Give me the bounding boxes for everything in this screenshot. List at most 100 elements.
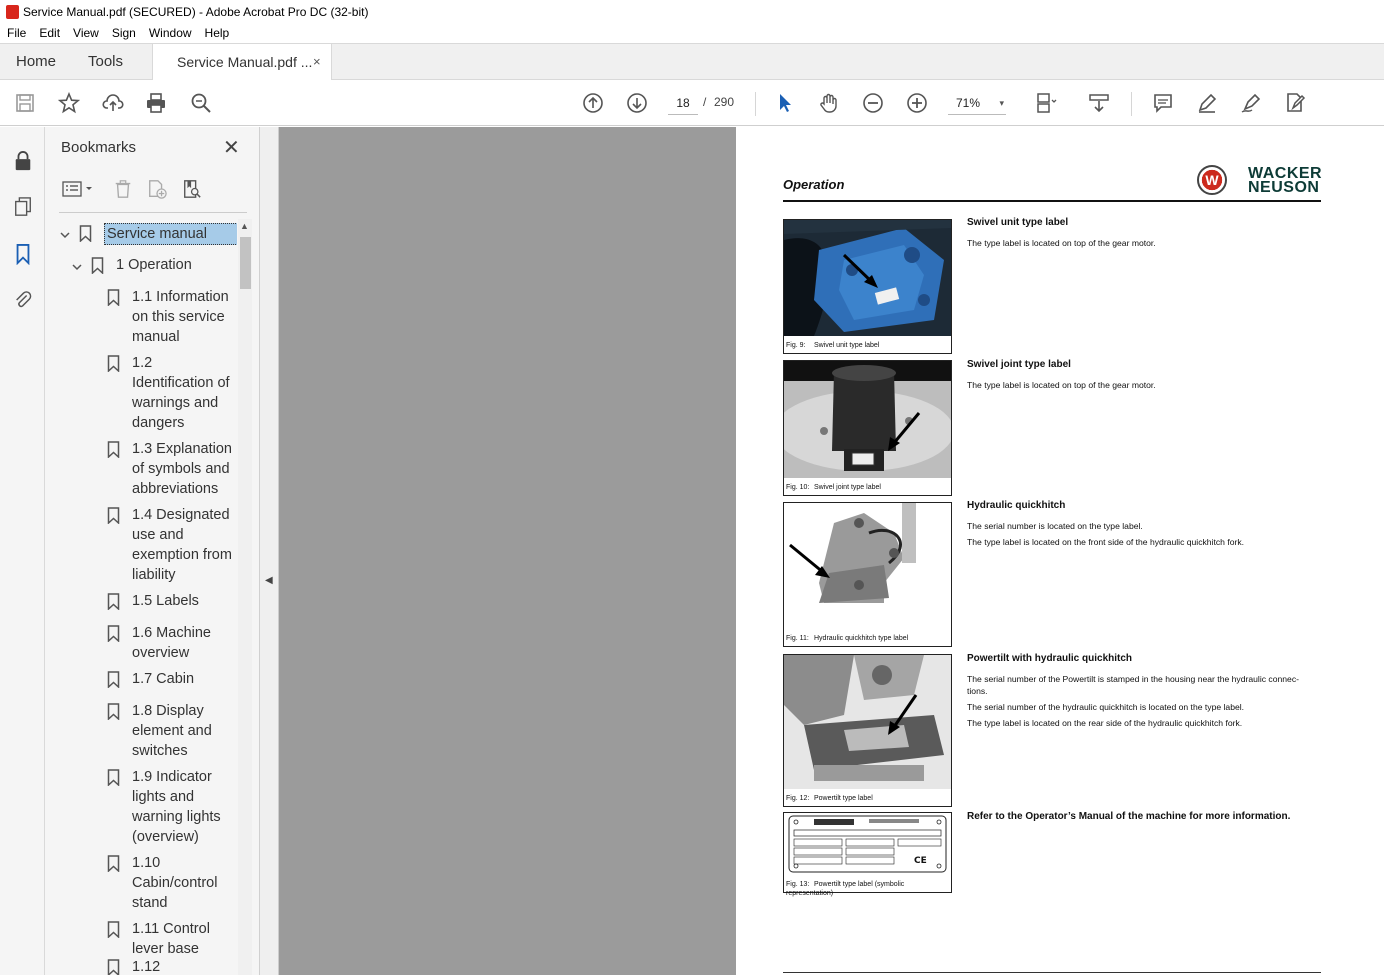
zoom-out-icon[interactable] (861, 91, 885, 115)
star-icon[interactable] (57, 91, 81, 115)
bookmark-label: 1.3 Explanation of symbols and abbreviat… (132, 441, 232, 497)
page-number-input[interactable]: 18 (668, 93, 698, 115)
bookmark-icon (107, 921, 120, 939)
section-title: Swivel joint type label (967, 359, 1071, 370)
print-icon[interactable] (144, 91, 168, 115)
zoom-search-icon[interactable] (189, 91, 213, 115)
figure-caption-text: Swivel unit type label (814, 342, 880, 349)
scroll-up-icon[interactable]: ▲ (240, 221, 249, 231)
delete-bookmark-icon[interactable] (112, 177, 134, 201)
edit-document-icon[interactable] (1283, 91, 1307, 115)
zoom-in-icon[interactable] (905, 91, 929, 115)
bookmark-item[interactable]: 1.7 Cabin (107, 669, 236, 689)
bookmark-panel-icon[interactable] (12, 242, 34, 266)
highlight-pen-icon[interactable] (1195, 91, 1219, 115)
chevron-down-icon[interactable] (59, 227, 75, 247)
bookmark-item[interactable]: 1.8 Display element and switches (107, 701, 236, 761)
bookmark-label: 1.11 Control lever base (132, 921, 210, 957)
bookmark-label: 1.4 Designated use and exemption from li… (132, 507, 232, 583)
scroll-mode-icon[interactable] (1087, 91, 1111, 115)
figure-11: Fig. 11: Hydraulic quickhitch type label (783, 502, 952, 647)
panel-divider (59, 212, 247, 213)
menu-edit[interactable]: Edit (39, 26, 60, 40)
bookmark-item[interactable]: 1.1 Information on this service manual (107, 287, 236, 347)
close-icon[interactable]: ✕ (223, 135, 240, 160)
bookmark-item[interactable]: 1.5 Labels (107, 591, 236, 611)
new-bookmark-icon[interactable] (146, 177, 168, 201)
next-page-icon[interactable] (625, 91, 649, 115)
brand-wordmark: WACKER NEUSON (1248, 166, 1322, 196)
section-paragraph: The serial number is located on the type… (967, 521, 1143, 531)
section-title: Hydraulic quickhitch (967, 500, 1066, 511)
bookmark-icon (107, 289, 120, 307)
bookmark-item[interactable]: 1.12 (107, 957, 236, 975)
tab-document[interactable]: Service Manual.pdf ... (152, 44, 332, 81)
menu-help[interactable]: Help (205, 26, 230, 40)
figure-12: Fig. 12: Powertilt type label (783, 654, 952, 807)
menu-file[interactable]: File (7, 26, 26, 40)
bookmark-icon (107, 441, 120, 459)
bookmark-item[interactable]: 1.4 Designated use and exemption from li… (107, 505, 236, 585)
section-more-info: Refer to the Operator’s Manual of the ma… (967, 811, 1327, 831)
bookmark-toolbar (59, 177, 249, 203)
section-powertilt: Powertilt with hydraulic quickhitch The … (967, 653, 1327, 733)
zoom-level-select[interactable]: 71% ▾ (948, 93, 1006, 115)
figure-9: Fig. 9: Swivel unit type label (783, 219, 952, 354)
bookmark-item[interactable]: 1.11 Control lever base (107, 919, 236, 959)
comment-icon[interactable] (1151, 91, 1175, 115)
bookmark-item[interactable]: 1 Operation (71, 255, 237, 279)
upload-cloud-icon[interactable] (101, 91, 125, 115)
panel-collapse-strip[interactable]: ◀ (260, 127, 279, 975)
title-bar: Service Manual.pdf (SECURED) - Adobe Acr… (0, 0, 1384, 23)
figure-10: Fig. 10: Swivel joint type label (774, 360, 954, 496)
section-paragraph: The type label is located on the rear si… (967, 718, 1243, 728)
bookmark-icon (107, 625, 120, 643)
tab-close-icon[interactable]: × (313, 44, 321, 80)
bookmark-icon (107, 355, 120, 373)
hydraulic-quickhitch-photo (784, 503, 951, 629)
chevron-down-icon[interactable] (71, 259, 87, 279)
lock-icon[interactable] (12, 149, 34, 173)
powertilt-photo (784, 655, 951, 789)
section-title: Refer to the Operator’s Manual of the ma… (967, 811, 1291, 822)
figure-number: Fig. 9: (786, 342, 806, 349)
bookmark-label: 1.6 Machine overview (132, 625, 211, 661)
previous-page-icon[interactable] (581, 91, 605, 115)
bookmarks-panel: Bookmarks ✕ Service manual 1 Operation 1.1… (45, 127, 260, 975)
sign-pen-icon[interactable] (1239, 91, 1263, 115)
bookmark-item[interactable]: 1.9 Indicator lights and warning lights … (107, 767, 236, 847)
menu-sign[interactable]: Sign (112, 26, 136, 40)
page-thumbnails-icon[interactable] (12, 195, 34, 219)
bookmark-scrollbar[interactable]: ▲ (238, 219, 252, 975)
figure-caption: Fig. 9: Swivel unit type label (784, 339, 951, 353)
find-bookmark-icon[interactable] (181, 177, 203, 201)
bookmark-item[interactable]: 1.3 Explanation of symbols and abbreviat… (107, 439, 236, 499)
bookmark-item[interactable]: 1.10 Cabin/control stand (107, 853, 236, 913)
save-icon[interactable] (13, 91, 37, 115)
figure-number: Fig. 12: (786, 795, 810, 802)
bookmark-item[interactable]: Service manual (59, 223, 237, 247)
scroll-thumb[interactable] (240, 237, 251, 289)
acrobat-app-icon (6, 4, 19, 19)
tab-home[interactable]: Home (16, 44, 56, 80)
bookmark-item[interactable]: 1.2 Identification of warnings and dange… (107, 353, 236, 433)
menu-window[interactable]: Window (149, 26, 192, 40)
select-cursor-icon[interactable] (773, 91, 797, 115)
collapse-arrow-icon[interactable]: ◀ (265, 575, 273, 586)
bookmark-item[interactable]: 1.6 Machine overview (107, 623, 236, 663)
attachment-icon[interactable] (12, 288, 34, 312)
figure-number: Fig. 13: (786, 881, 810, 888)
figure-caption: Fig. 10: Swivel joint type label (784, 481, 951, 495)
hand-tool-icon[interactable] (817, 91, 841, 115)
options-menu-icon[interactable] (61, 177, 95, 201)
document-view[interactable]: Operation W WACKER NEUSON Fig. 9: Swivel… (279, 127, 1384, 975)
bookmark-icon (107, 959, 120, 975)
figure-caption-text: Powertilt type label (814, 795, 873, 802)
bookmark-label: Service manual (104, 223, 237, 245)
page-fit-icon[interactable] (1034, 91, 1058, 115)
section-title: Powertilt with hydraulic quickhitch (967, 653, 1133, 664)
header-rule (783, 200, 1321, 202)
tab-tools[interactable]: Tools (88, 44, 123, 80)
menu-view[interactable]: View (73, 26, 99, 40)
figure-13: CE Fig. 13: Powertilt type label (symboli… (783, 812, 952, 897)
